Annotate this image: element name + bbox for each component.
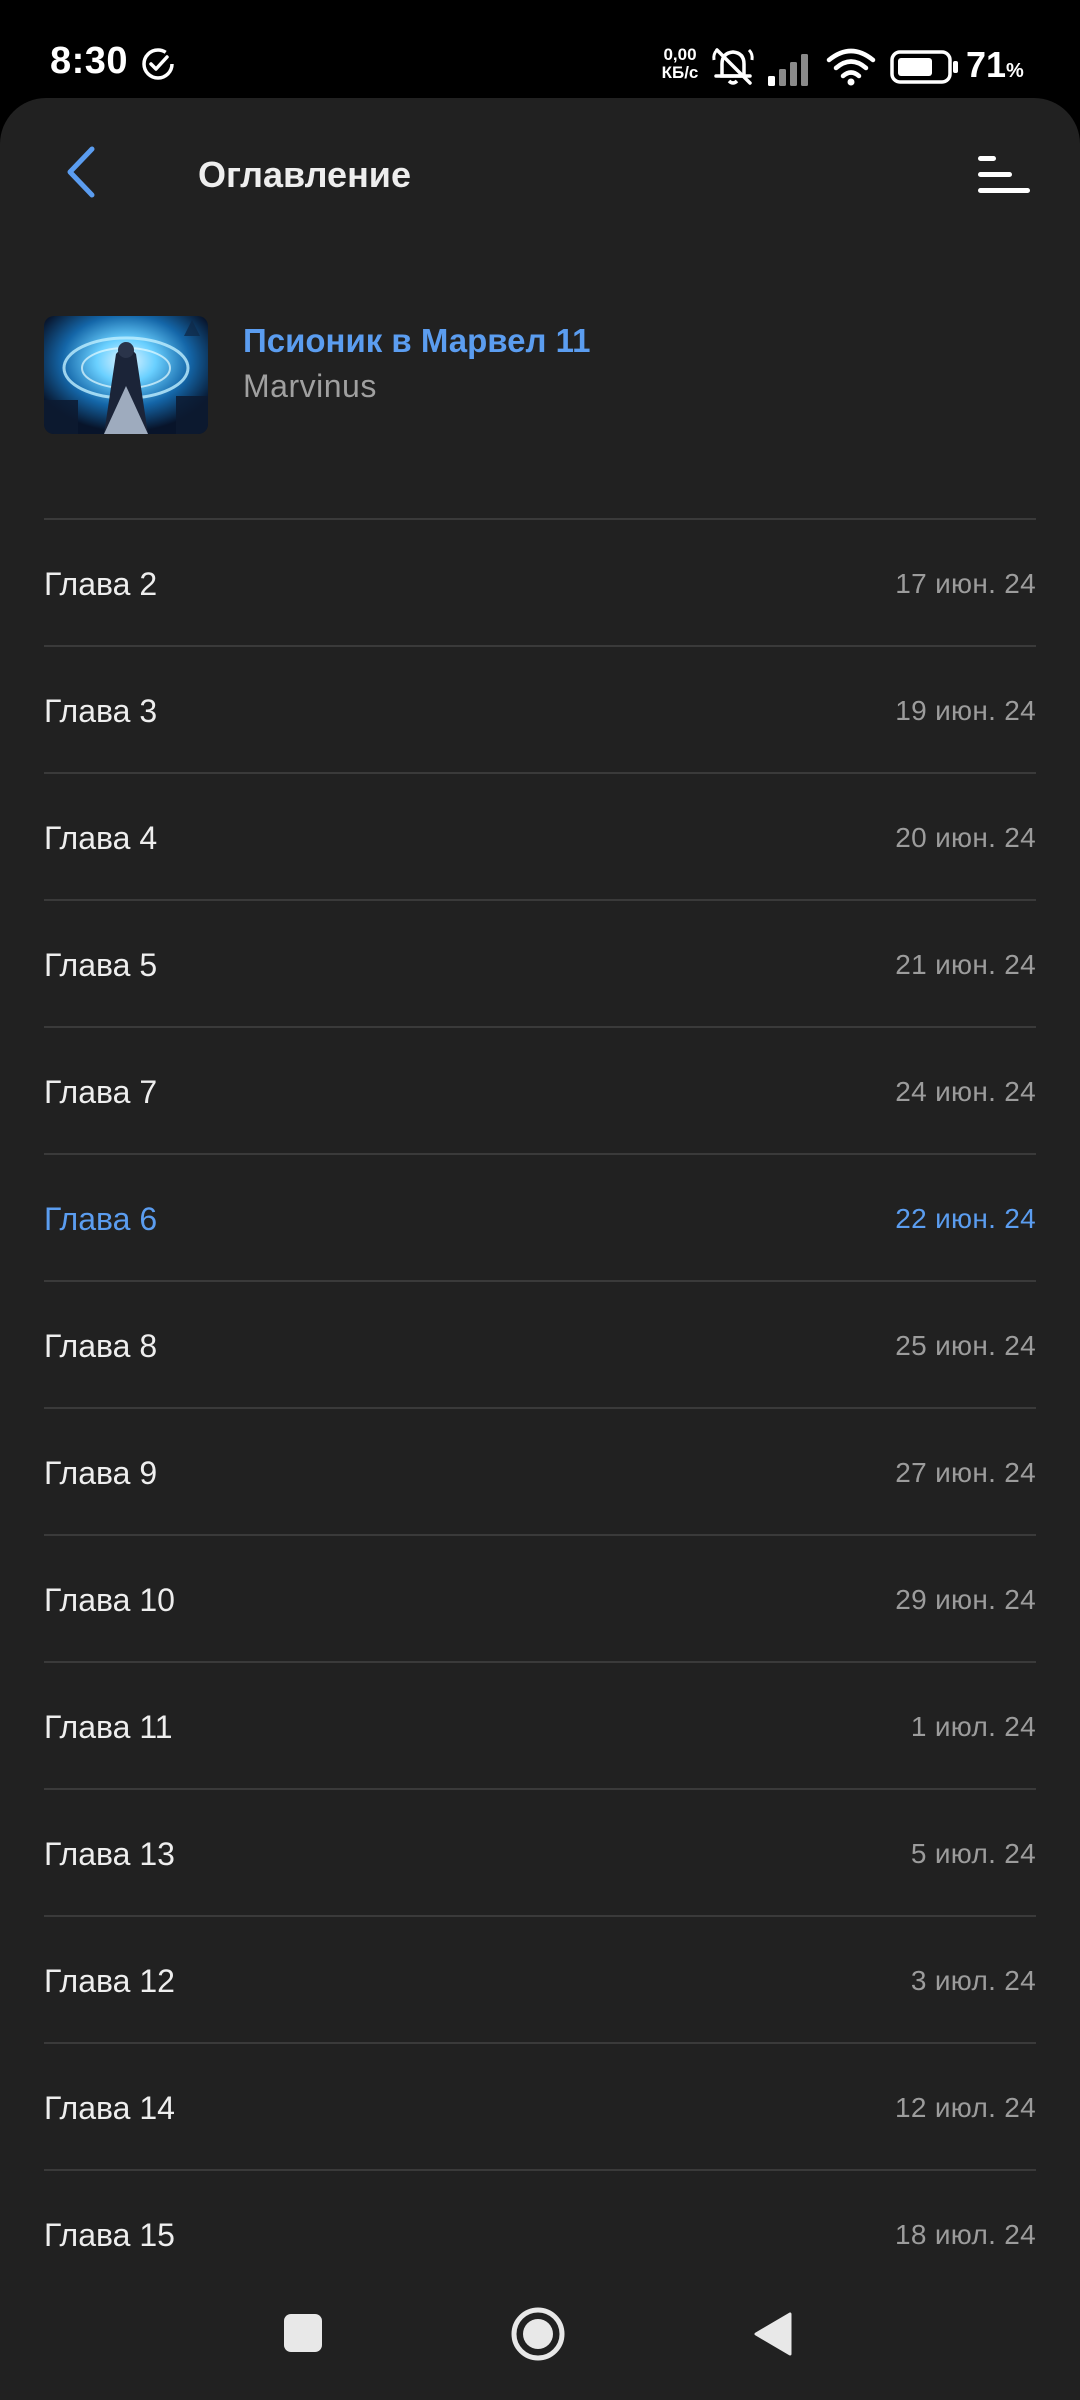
chapter-row-current[interactable]: Глава 6 22 июн. 24 [44, 1155, 1036, 1282]
status-time: 8:30 [50, 40, 129, 82]
chapter-title: Глава 4 [44, 820, 158, 856]
wifi-icon [826, 48, 876, 86]
chapter-date: 3 июл. 24 [910, 1965, 1036, 1996]
book-title: Псионик в Марвел 11 [243, 322, 591, 359]
chapter-row[interactable]: Глава 2 17 июн. 24 [44, 520, 1036, 647]
chapter-date: 25 июн. 24 [895, 1330, 1036, 1361]
chapter-title: Глава 11 [44, 1709, 173, 1745]
chapter-title: Глава 2 [44, 566, 158, 602]
chapter-row[interactable]: Глава 8 25 июн. 24 [44, 1282, 1036, 1409]
chapter-title: Глава 9 [44, 1455, 158, 1491]
chapter-row[interactable]: Глава 9 27 июн. 24 [44, 1409, 1036, 1536]
battery-level: 71% [966, 44, 1024, 86]
chapter-row[interactable]: Глава 14 12 июл. 24 [44, 2044, 1036, 2171]
silent-bell-icon [712, 48, 754, 85]
network-speed-value: 0,00 [663, 45, 697, 64]
top-app-bar: Оглавление [0, 98, 1080, 258]
recents-button[interactable] [282, 2312, 324, 2354]
chapter-date: 19 июн. 24 [895, 695, 1036, 726]
page-title: Оглавление [198, 154, 411, 195]
chapter-date: 1 июл. 24 [910, 1711, 1036, 1742]
chapter-title: Глава 10 [44, 1582, 175, 1618]
chapter-title: Глава 15 [44, 2217, 175, 2253]
chapter-date: 12 июл. 24 [895, 2092, 1036, 2123]
chapter-title: Глава 14 [44, 2090, 175, 2126]
book-cover [44, 316, 208, 434]
chapter-row[interactable]: Глава 5 21 июн. 24 [44, 901, 1036, 1028]
book-info[interactable]: Псионик в Марвел 11 Marvinus [0, 298, 1080, 438]
chapter-date: 21 июн. 24 [895, 949, 1036, 980]
table-of-contents-sheet: Оглавление Псионик в Марвел 11 Marvinus … [0, 98, 1080, 2400]
chapter-row[interactable]: Глава 4 20 июн. 24 [44, 774, 1036, 901]
chapter-row[interactable]: Глава 11 1 июл. 24 [44, 1663, 1036, 1790]
back-button[interactable] [52, 142, 112, 202]
chapter-row[interactable]: Глава 3 19 июн. 24 [44, 647, 1036, 774]
back-arrow-icon [67, 146, 95, 198]
chapter-date: 20 июн. 24 [895, 822, 1036, 853]
chapter-title: Глава 8 [44, 1328, 158, 1364]
battery-percent: 71 [966, 44, 1007, 85]
book-author: Marvinus [243, 368, 377, 404]
signal-icon [768, 54, 808, 86]
chapter-list: Глава 2 17 июн. 24 Глава 3 19 июн. 24 Гл… [44, 518, 1036, 2298]
status-bar: 8:30 0,00 КБ/с 71% [0, 0, 1080, 98]
chapter-title: Глава 6 [44, 1201, 158, 1237]
chapter-date: 24 июн. 24 [895, 1076, 1036, 1107]
chapter-date: 5 июл. 24 [910, 1838, 1036, 1869]
chapter-title: Глава 12 [44, 1963, 175, 1999]
chapter-date: 27 июн. 24 [895, 1457, 1036, 1488]
check-circle-icon [142, 48, 174, 80]
chapter-date: 29 июн. 24 [895, 1584, 1036, 1615]
sort-button[interactable] [968, 150, 1034, 202]
chapter-title: Глава 13 [44, 1836, 175, 1872]
back-nav-button[interactable] [752, 2310, 794, 2358]
chapter-date: 22 июн. 24 [895, 1203, 1036, 1234]
chapter-title: Глава 3 [44, 693, 158, 729]
battery-percent-sign: % [1006, 60, 1024, 82]
chapter-title: Глава 5 [44, 947, 158, 983]
system-navigation-bar [0, 2270, 1080, 2400]
network-speed-unit: КБ/с [661, 63, 699, 82]
chapter-row[interactable]: Глава 13 5 июл. 24 [44, 1790, 1036, 1917]
chapter-row[interactable]: Глава 12 3 июл. 24 [44, 1917, 1036, 2044]
sort-lines-icon [978, 156, 1030, 193]
book-cover-image [44, 316, 208, 434]
chapter-row[interactable]: Глава 7 24 июн. 24 [44, 1028, 1036, 1155]
battery-icon [890, 50, 958, 84]
chapter-date: 18 июл. 24 [895, 2219, 1036, 2250]
chapter-title: Глава 7 [44, 1074, 158, 1110]
home-button[interactable] [510, 2306, 566, 2362]
network-speed: 0,00 КБ/с [656, 46, 704, 82]
chapter-date: 17 июн. 24 [895, 568, 1036, 599]
chapter-row[interactable]: Глава 10 29 июн. 24 [44, 1536, 1036, 1663]
